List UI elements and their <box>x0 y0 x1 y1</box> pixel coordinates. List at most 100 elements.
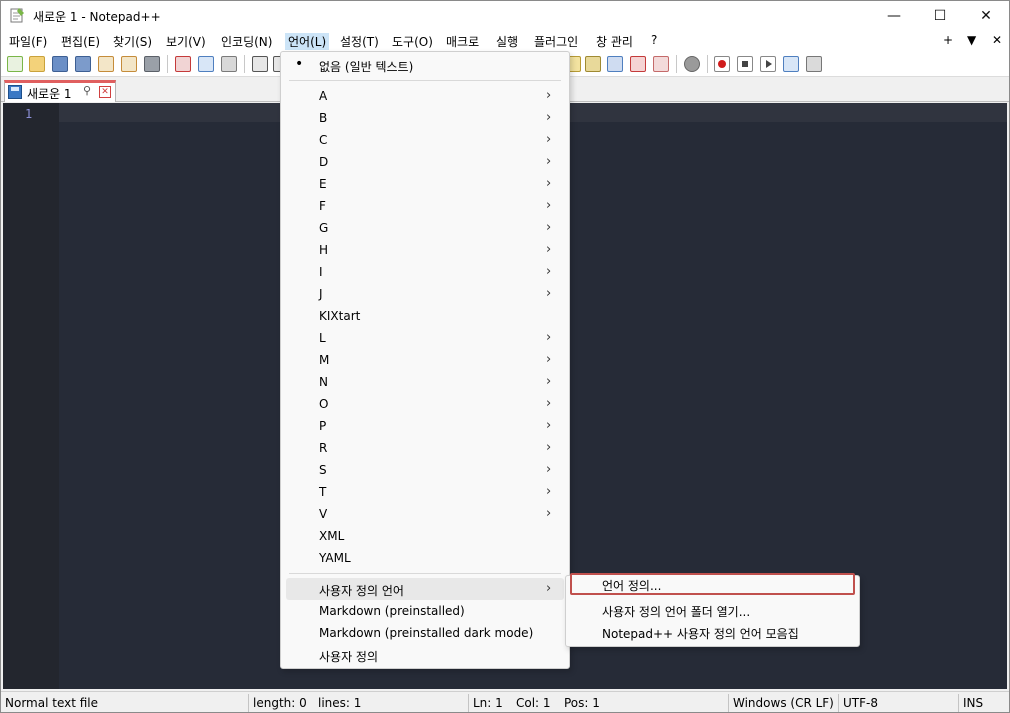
menu-item-lang-i[interactable]: I › <box>286 261 564 283</box>
submenu-arrow-icon: › <box>546 286 552 301</box>
save-all-icon[interactable] <box>75 56 91 72</box>
menu-encoding[interactable]: 인코딩(N) <box>218 33 275 50</box>
menu-item-lang-l[interactable]: L › <box>286 327 564 349</box>
menu-item-user-defined-language[interactable]: 사용자 정의 언어 › <box>286 578 564 600</box>
menu-view[interactable]: 보기(V) <box>163 33 209 50</box>
menu-item-lang-xml[interactable]: XML <box>286 525 564 547</box>
toolbar-separator <box>167 55 168 73</box>
menu-item-markdown[interactable]: Markdown (preinstalled) <box>286 600 564 622</box>
copy-icon[interactable] <box>198 56 214 72</box>
menu-item-lang-p[interactable]: P › <box>286 415 564 437</box>
monitor-icon[interactable] <box>684 56 700 72</box>
tab-close-icon[interactable]: ✕ <box>99 86 111 98</box>
close-document-icon[interactable]: ✕ <box>992 33 1002 47</box>
record-macro-icon[interactable] <box>714 56 730 72</box>
menu-item-lang-b[interactable]: B › <box>286 107 564 129</box>
submenu-arrow-icon: › <box>546 198 552 213</box>
status-separator <box>728 694 729 712</box>
notepad-window: 새로운 1 - Notepad++ — ☐ ✕ 파일(F) 편집(E) 찾기(S… <box>0 0 1010 713</box>
maximize-button[interactable]: ☐ <box>917 1 963 31</box>
status-encoding: UTF-8 <box>843 696 878 710</box>
menu-run[interactable]: 실행 <box>493 33 521 50</box>
paste-icon[interactable] <box>221 56 237 72</box>
menu-item-lang-j[interactable]: J › <box>286 283 564 305</box>
new-file-icon[interactable] <box>7 56 23 72</box>
notepad-app-icon <box>10 8 24 23</box>
cut-icon[interactable] <box>175 56 191 72</box>
save-icon[interactable] <box>52 56 68 72</box>
menu-item-lang-a[interactable]: A › <box>286 85 564 107</box>
menu-item-lang-m[interactable]: M › <box>286 349 564 371</box>
menu-item-lang-d[interactable]: D › <box>286 151 564 173</box>
add-tab-icon[interactable]: + <box>943 33 953 47</box>
menu-separator <box>289 573 561 574</box>
line-number-gutter: 1 <box>3 103 59 689</box>
menu-file[interactable]: 파일(F) <box>6 33 50 50</box>
submenu-arrow-icon: › <box>546 132 552 147</box>
stop-macro-icon[interactable] <box>737 56 753 72</box>
submenu-item-open-udl-folder[interactable]: 사용자 정의 언어 폴더 열기... <box>570 599 855 621</box>
menu-item-lang-n[interactable]: N › <box>286 371 564 393</box>
document-map-icon[interactable] <box>607 56 623 72</box>
menu-item-lang-v[interactable]: V › <box>286 503 564 525</box>
menu-item-lang-r[interactable]: R › <box>286 437 564 459</box>
toolbar-separator <box>707 55 708 73</box>
submenu-arrow-icon: › <box>546 396 552 411</box>
menu-bar: 파일(F) 편집(E) 찾기(S) 보기(V) 인코딩(N) 언어(L) 설정(… <box>1 31 1009 51</box>
menu-item-lang-h[interactable]: H › <box>286 239 564 261</box>
function-list-icon[interactable] <box>630 56 646 72</box>
menu-item-lang-s[interactable]: S › <box>286 459 564 481</box>
menu-item-lang-o[interactable]: O › <box>286 393 564 415</box>
menu-edit[interactable]: 편집(E) <box>58 33 103 50</box>
menu-item-markdown-dark[interactable]: Markdown (preinstalled dark mode) <box>286 622 564 644</box>
menu-item-none-plain-text[interactable]: • 없음 (일반 텍스트) <box>286 54 564 76</box>
save-macro-icon[interactable] <box>806 56 822 72</box>
status-pos: Pos: 1 <box>564 696 600 710</box>
pin-icon[interactable]: ⚲ <box>83 84 91 97</box>
menu-help[interactable]: ? <box>648 33 660 47</box>
print-icon[interactable] <box>144 56 160 72</box>
menu-item-lang-kixtart[interactable]: KIXtart <box>286 305 564 327</box>
status-separator <box>468 694 469 712</box>
play-macro-icon[interactable] <box>760 56 776 72</box>
menu-settings[interactable]: 설정(T) <box>337 33 382 50</box>
menu-language[interactable]: 언어(L) <box>285 33 330 50</box>
submenu-arrow-icon: › <box>546 176 552 191</box>
menu-item-lang-c[interactable]: C › <box>286 129 564 151</box>
menu-item-lang-t[interactable]: T › <box>286 481 564 503</box>
menu-item-lang-g[interactable]: G › <box>286 217 564 239</box>
close-all-icon[interactable] <box>121 56 137 72</box>
indent-guide-icon[interactable] <box>585 56 601 72</box>
close-window-button[interactable]: ✕ <box>963 1 1009 31</box>
minimize-button[interactable]: — <box>871 1 917 31</box>
selected-bullet-icon: • <box>295 56 304 72</box>
run-macro-multiple-icon[interactable] <box>783 56 799 72</box>
submenu-arrow-icon: › <box>546 352 552 367</box>
menu-plugins[interactable]: 플러그인 <box>531 33 581 50</box>
submenu-item-define-language[interactable]: 언어 정의... <box>570 573 855 595</box>
user-defined-language-submenu: 언어 정의... 사용자 정의 언어 폴더 열기... Notepad++ 사용… <box>565 573 860 647</box>
menu-item-lang-e[interactable]: E › <box>286 173 564 195</box>
menu-tools[interactable]: 도구(O) <box>389 33 436 50</box>
menu-window[interactable]: 창 관리 <box>593 33 636 50</box>
status-bar: Normal text file length: 0 lines: 1 Ln: … <box>1 691 1009 712</box>
submenu-arrow-icon: › <box>546 330 552 345</box>
tab-new-1[interactable]: 새로운 1 ⚲ ✕ <box>4 80 116 102</box>
saved-state-icon <box>8 85 22 99</box>
undo-icon[interactable] <box>252 56 268 72</box>
submenu-arrow-icon: › <box>546 418 552 433</box>
folder-workspace-icon[interactable] <box>653 56 669 72</box>
tab-list-dropdown-icon[interactable]: ▼ <box>967 33 976 47</box>
status-ln: Ln: 1 <box>473 696 503 710</box>
status-separator <box>248 694 249 712</box>
menu-separator <box>289 80 561 81</box>
menu-item-lang-f[interactable]: F › <box>286 195 564 217</box>
submenu-arrow-icon: › <box>546 440 552 455</box>
close-icon[interactable] <box>98 56 114 72</box>
menu-item-user-defined[interactable]: 사용자 정의 <box>286 644 564 666</box>
open-file-icon[interactable] <box>29 56 45 72</box>
menu-item-lang-yaml[interactable]: YAML <box>286 547 564 569</box>
submenu-item-udl-collection[interactable]: Notepad++ 사용자 정의 언어 모음집 <box>570 621 855 643</box>
menu-macro[interactable]: 매크로 <box>443 33 482 50</box>
menu-search[interactable]: 찾기(S) <box>110 33 155 50</box>
